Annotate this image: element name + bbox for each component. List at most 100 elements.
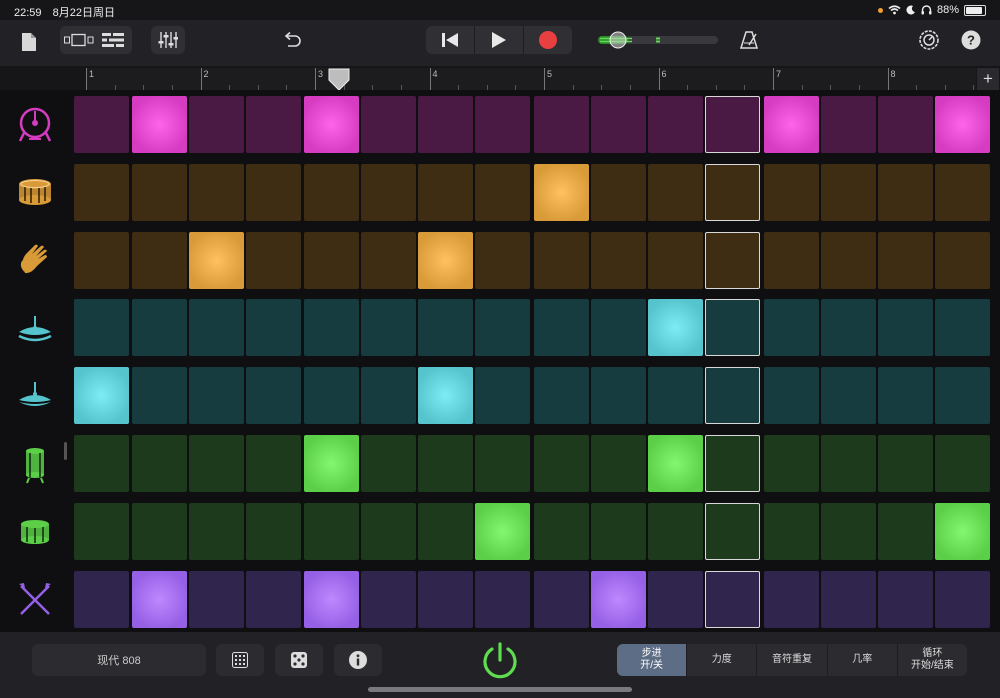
pattern-grid-button[interactable] (216, 644, 264, 676)
step-cell-closed-hi-hat-3[interactable] (189, 367, 244, 425)
step-cell-sticks-16[interactable] (935, 570, 990, 628)
step-cell-sticks-4[interactable] (246, 570, 301, 628)
step-cell-tom-high-9[interactable] (534, 435, 589, 492)
step-cell-closed-hi-hat-16[interactable] (935, 367, 990, 425)
step-cell-hand-clap-1[interactable] (74, 231, 129, 289)
step-cell-kick-drum-11[interactable] (648, 96, 703, 153)
step-cell-snare-drum-11[interactable] (648, 163, 703, 221)
step-cell-tom-high-15[interactable] (878, 435, 933, 492)
step-cell-tom-high-2[interactable] (132, 435, 187, 492)
closed-hi-hat-icon[interactable] (13, 371, 57, 421)
step-cell-tom-high-10[interactable] (591, 435, 646, 492)
step-cell-kick-drum-2[interactable] (132, 96, 187, 153)
step-cell-tom-low-9[interactable] (534, 502, 589, 560)
step-cell-tom-high-4[interactable] (246, 435, 301, 492)
step-cell-closed-hi-hat-8[interactable] (475, 367, 530, 425)
step-cell-open-hi-hat-15[interactable] (878, 299, 933, 357)
step-cell-sticks-13[interactable] (764, 570, 819, 628)
record-button[interactable] (524, 26, 572, 54)
step-cell-hand-clap-3[interactable] (189, 231, 244, 289)
step-cell-tom-high-11[interactable] (648, 435, 703, 492)
step-cell-hand-clap-2[interactable] (132, 231, 187, 289)
step-cell-hand-clap-12[interactable] (705, 231, 760, 289)
step-cell-closed-hi-hat-7[interactable] (418, 367, 473, 425)
step-cell-closed-hi-hat-12[interactable] (705, 367, 760, 425)
info-button[interactable] (334, 644, 382, 676)
step-cell-tom-low-2[interactable] (132, 502, 187, 560)
step-cell-tom-high-8[interactable] (475, 435, 530, 492)
step-cell-open-hi-hat-13[interactable] (764, 299, 819, 357)
step-cell-hand-clap-4[interactable] (246, 231, 301, 289)
mode-tab-4[interactable]: 循环 开始/结束 (898, 644, 967, 676)
step-cell-open-hi-hat-4[interactable] (246, 299, 301, 357)
step-cell-closed-hi-hat-1[interactable] (74, 367, 129, 425)
step-cell-tom-high-7[interactable] (418, 435, 473, 492)
step-cell-open-hi-hat-12[interactable] (705, 299, 760, 357)
step-cell-closed-hi-hat-9[interactable] (534, 367, 589, 425)
step-cell-kick-drum-10[interactable] (591, 96, 646, 153)
step-cell-open-hi-hat-14[interactable] (821, 299, 876, 357)
step-cell-hand-clap-16[interactable] (935, 231, 990, 289)
step-cell-hand-clap-8[interactable] (475, 231, 530, 289)
step-cell-hand-clap-7[interactable] (418, 231, 473, 289)
step-cell-tom-high-12[interactable] (705, 435, 760, 492)
mode-tab-2[interactable]: 音符重复 (757, 644, 828, 676)
step-cell-hand-clap-6[interactable] (361, 231, 416, 289)
step-cell-closed-hi-hat-5[interactable] (304, 367, 359, 425)
step-cell-snare-drum-4[interactable] (246, 163, 301, 221)
step-cell-hand-clap-9[interactable] (534, 231, 589, 289)
master-volume-slider[interactable] (598, 30, 718, 50)
step-cell-tom-low-14[interactable] (821, 502, 876, 560)
step-cell-kick-drum-13[interactable] (764, 96, 819, 153)
crossed-sticks-icon[interactable] (13, 575, 57, 625)
step-cell-sticks-5[interactable] (304, 570, 359, 628)
settings-button[interactable] (916, 26, 942, 54)
add-pattern-button[interactable]: + (977, 68, 999, 90)
step-cell-kick-drum-4[interactable] (246, 96, 301, 153)
step-cell-open-hi-hat-7[interactable] (418, 299, 473, 357)
tracks-view-button[interactable] (96, 26, 130, 54)
step-cell-sticks-8[interactable] (475, 570, 530, 628)
step-cell-closed-hi-hat-10[interactable] (591, 367, 646, 425)
step-cell-hand-clap-13[interactable] (764, 231, 819, 289)
step-cell-sticks-10[interactable] (591, 570, 646, 628)
step-cell-snare-drum-5[interactable] (304, 163, 359, 221)
step-cell-sticks-6[interactable] (361, 570, 416, 628)
step-cell-sticks-11[interactable] (648, 570, 703, 628)
step-cell-tom-low-7[interactable] (418, 502, 473, 560)
step-cell-closed-hi-hat-14[interactable] (821, 367, 876, 425)
step-cell-open-hi-hat-10[interactable] (591, 299, 646, 357)
step-cell-tom-high-13[interactable] (764, 435, 819, 492)
step-cell-snare-drum-14[interactable] (821, 163, 876, 221)
step-cell-closed-hi-hat-11[interactable] (648, 367, 703, 425)
step-cell-kick-drum-15[interactable] (878, 96, 933, 153)
step-cell-open-hi-hat-1[interactable] (74, 299, 129, 357)
step-cell-open-hi-hat-9[interactable] (534, 299, 589, 357)
step-cell-tom-low-3[interactable] (189, 502, 244, 560)
step-cell-kick-drum-1[interactable] (74, 96, 129, 153)
mixer-button[interactable] (151, 26, 185, 54)
step-cell-sticks-14[interactable] (821, 570, 876, 628)
metronome-button[interactable] (736, 26, 762, 54)
step-cell-open-hi-hat-5[interactable] (304, 299, 359, 357)
step-cell-sticks-12[interactable] (705, 570, 760, 628)
step-cell-snare-drum-8[interactable] (475, 163, 530, 221)
step-cell-tom-low-13[interactable] (764, 502, 819, 560)
step-cell-kick-drum-6[interactable] (361, 96, 416, 153)
step-cell-hand-clap-14[interactable] (821, 231, 876, 289)
step-cell-hand-clap-11[interactable] (648, 231, 703, 289)
step-cell-closed-hi-hat-13[interactable] (764, 367, 819, 425)
step-cell-hand-clap-15[interactable] (878, 231, 933, 289)
step-cell-snare-drum-7[interactable] (418, 163, 473, 221)
help-button[interactable]: ? (958, 26, 984, 54)
kick-drum-icon[interactable] (13, 100, 57, 150)
step-cell-closed-hi-hat-4[interactable] (246, 367, 301, 425)
open-hi-hat-icon[interactable] (13, 303, 57, 353)
step-cell-tom-low-12[interactable] (705, 502, 760, 560)
step-cell-kick-drum-3[interactable] (189, 96, 244, 153)
rewind-button[interactable] (426, 26, 475, 54)
power-button[interactable] (478, 639, 522, 683)
step-cell-tom-low-11[interactable] (648, 502, 703, 560)
step-cell-open-hi-hat-3[interactable] (189, 299, 244, 357)
mode-tab-3[interactable]: 几率 (828, 644, 898, 676)
